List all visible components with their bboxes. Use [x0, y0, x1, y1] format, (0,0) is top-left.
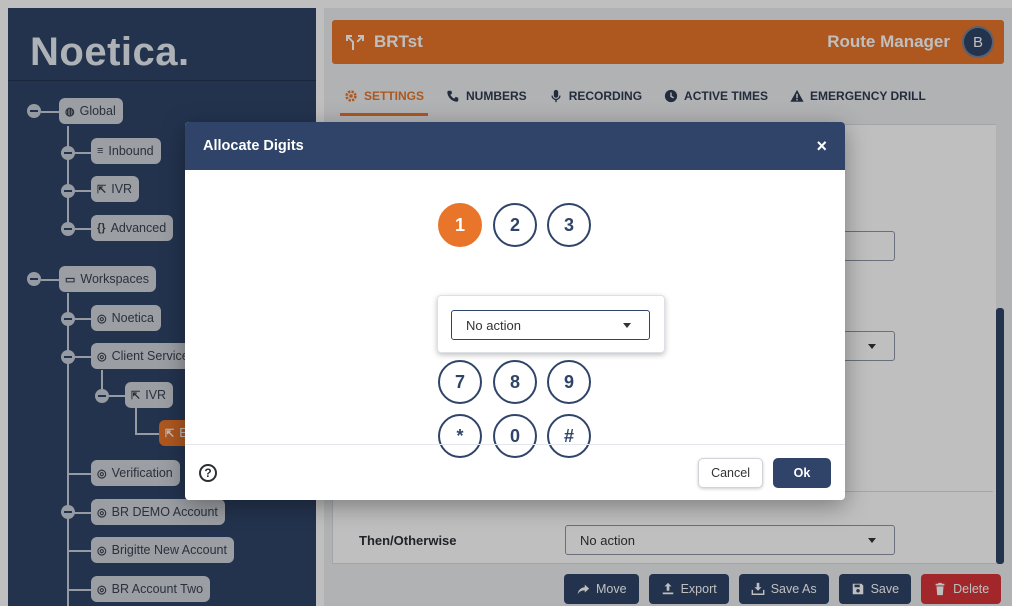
digit-key-2[interactable]: 2	[493, 203, 537, 247]
digit-key-9[interactable]: 9	[547, 360, 591, 404]
dialog-header: Allocate Digits ×	[185, 122, 845, 170]
digit-action-select[interactable]: No action	[451, 310, 650, 340]
digit-key-3[interactable]: 3	[547, 203, 591, 247]
dialog-body: 1 2 3 No action 7 8 9 * 0 #	[185, 170, 845, 458]
chevron-down-icon	[623, 323, 631, 328]
digit-key-7[interactable]: 7	[438, 360, 482, 404]
dialog-title: Allocate Digits	[203, 138, 304, 154]
digit-key-8[interactable]: 8	[493, 360, 537, 404]
ok-button[interactable]: Ok	[773, 457, 831, 488]
allocate-digits-dialog: Allocate Digits × 1 2 3 No action 7 8 9 …	[185, 122, 845, 500]
cancel-button[interactable]: Cancel	[698, 457, 763, 488]
dialog-footer: ? Cancel Ok	[185, 444, 845, 500]
help-icon[interactable]: ?	[199, 463, 217, 482]
digit-key-1[interactable]: 1	[438, 203, 482, 247]
digit-action-popover: No action	[437, 295, 665, 353]
close-icon[interactable]: ×	[816, 136, 827, 157]
